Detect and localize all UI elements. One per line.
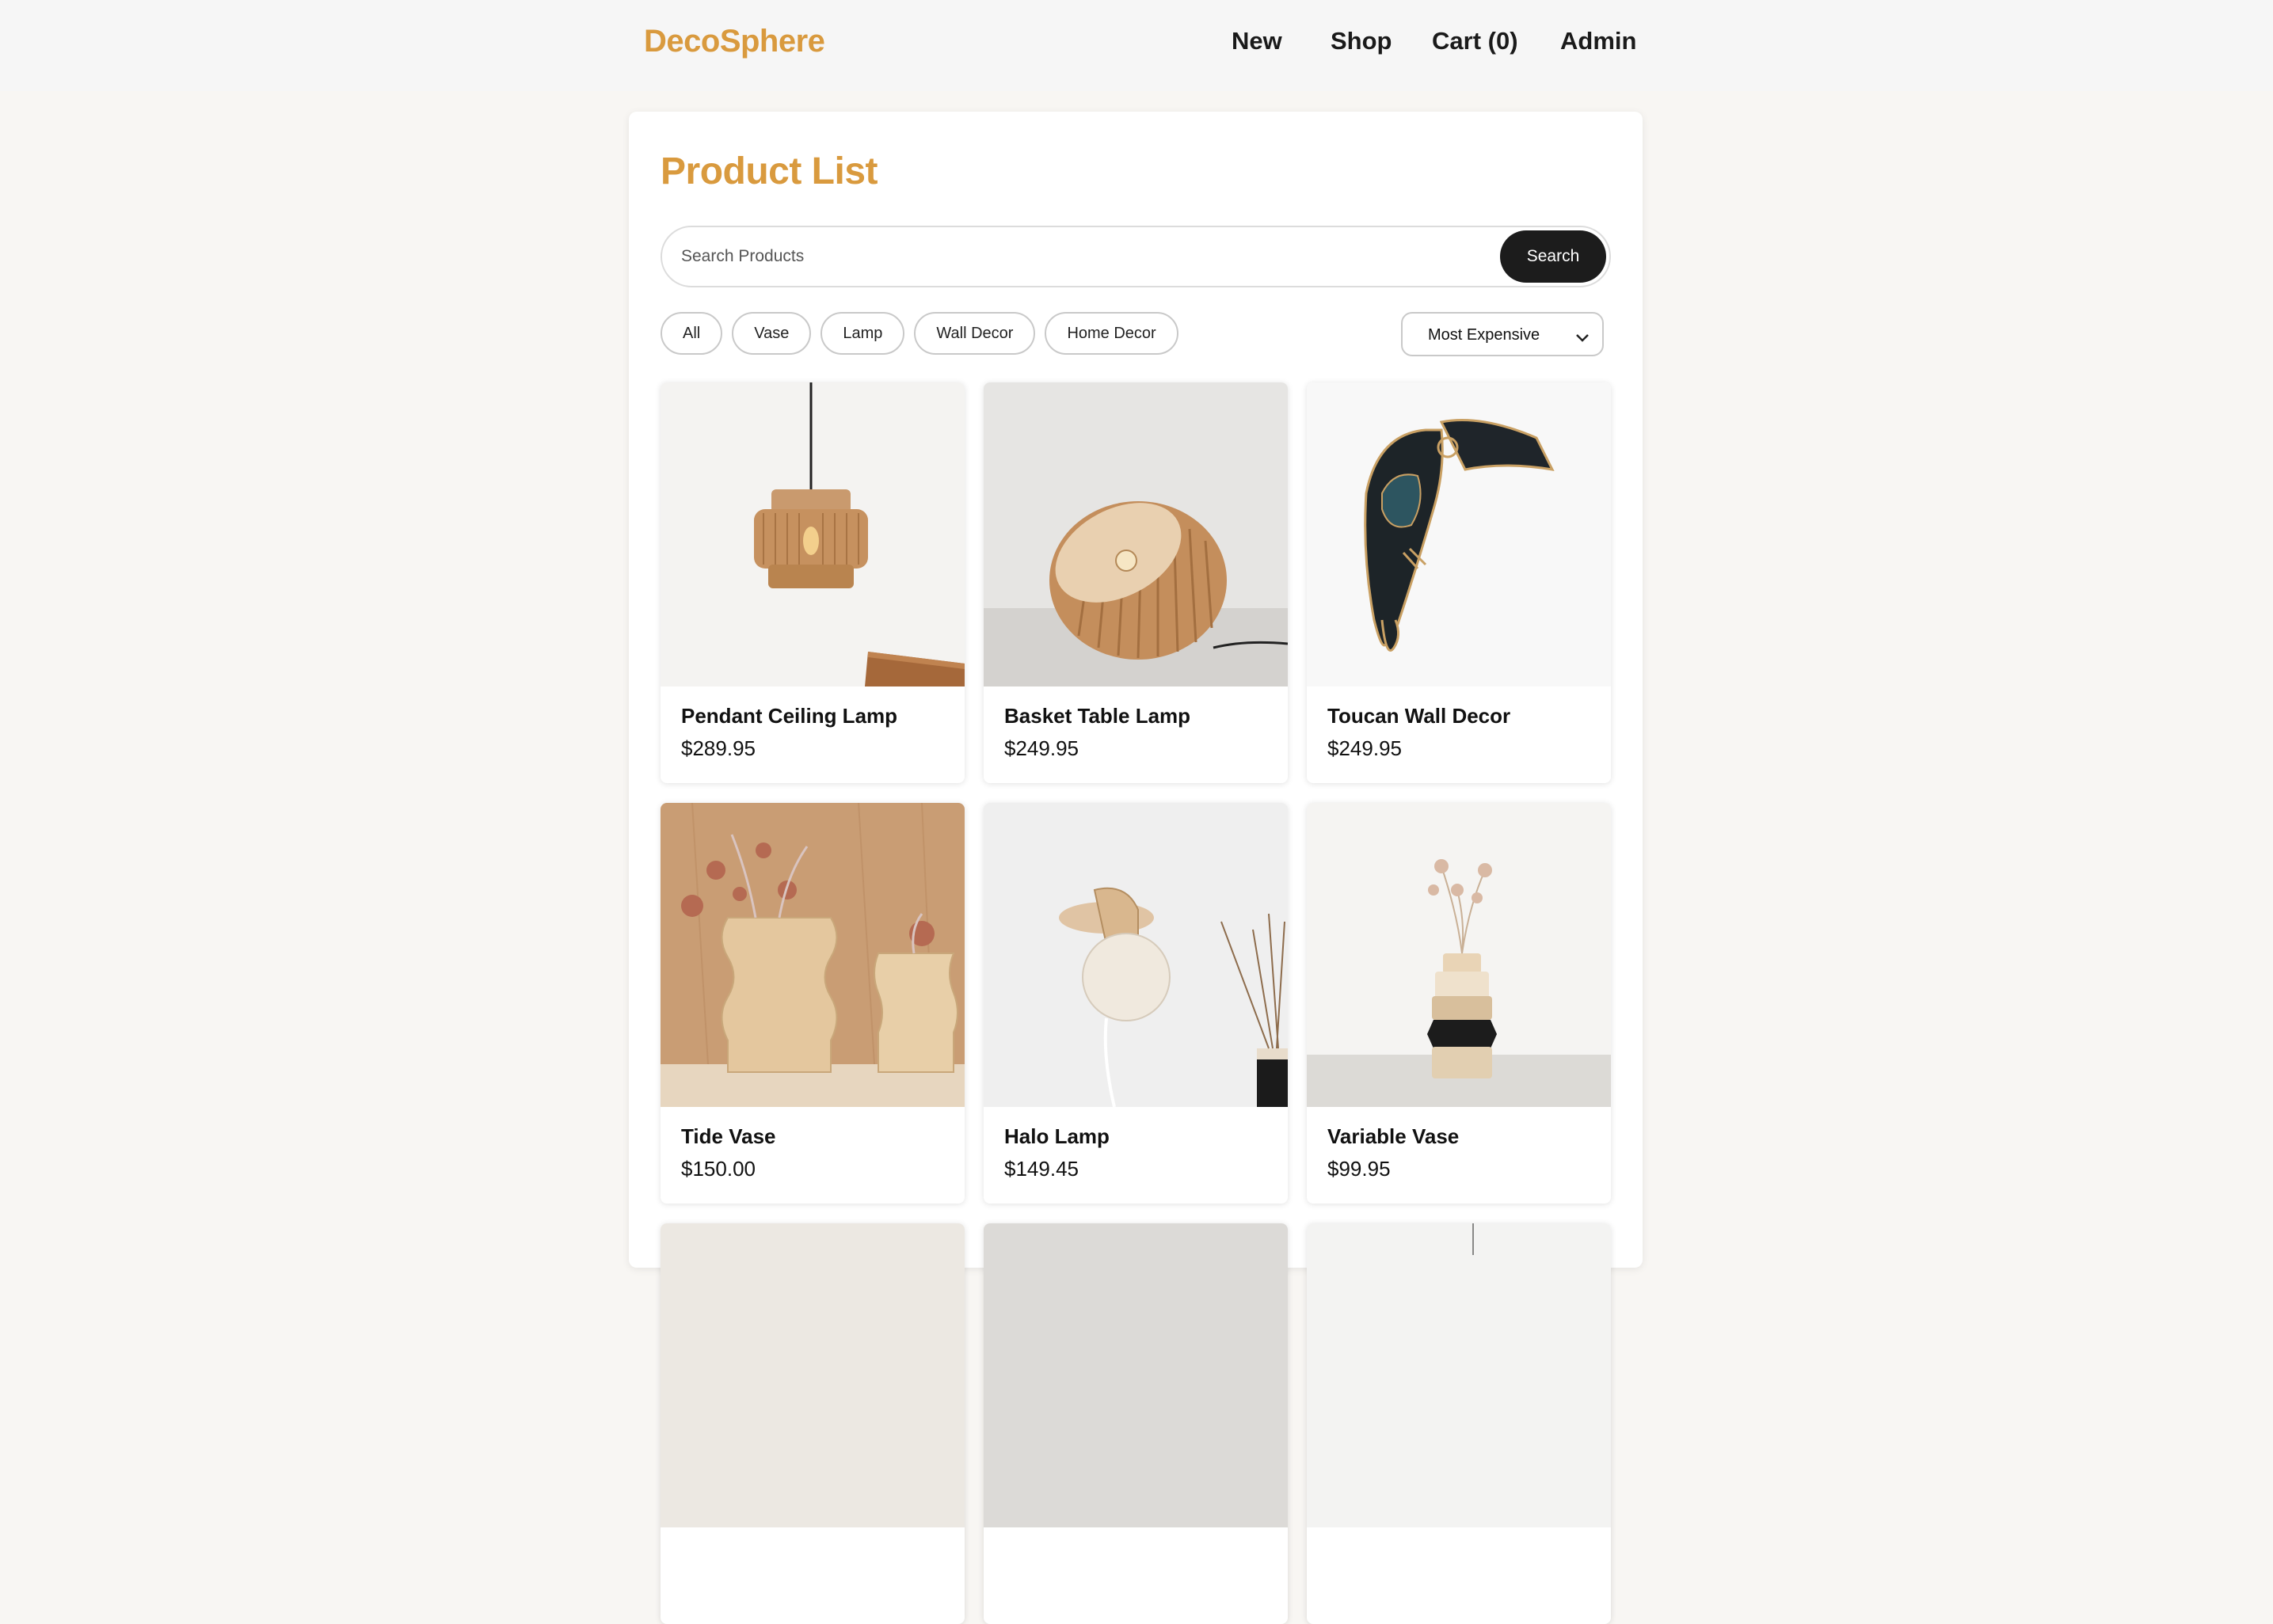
nav-cart[interactable]: Cart (0): [1432, 27, 1518, 55]
filter-home-decor[interactable]: Home Decor: [1045, 312, 1178, 355]
category-filters: All Vase Lamp Wall Decor Home Decor: [661, 312, 1178, 355]
product-image-halo-lamp: [984, 803, 1288, 1107]
product-image-basket-lamp: [984, 382, 1288, 686]
page-title: Product List: [661, 150, 878, 192]
sort-selected-label: Most Expensive: [1428, 326, 1540, 344]
product-card-tide-vase[interactable]: Tide Vase $150.00: [661, 803, 965, 1204]
product-name: Variable Vase: [1327, 1124, 1460, 1148]
product-image-partial: [661, 1223, 965, 1527]
nav-shop[interactable]: Shop: [1331, 27, 1392, 55]
product-image-variable-vase: [1307, 803, 1611, 1107]
sort-select[interactable]: Most Expensive: [1401, 312, 1604, 356]
product-card-halo-lamp[interactable]: Halo Lamp $149.45: [984, 803, 1288, 1204]
product-price: $99.95: [1327, 1157, 1391, 1181]
product-price: $249.95: [1327, 736, 1402, 760]
product-card-variable-vase[interactable]: Variable Vase $99.95: [1307, 803, 1611, 1204]
product-price: $289.95: [681, 736, 756, 760]
product-card-basket-table-lamp[interactable]: Basket Table Lamp $249.95: [984, 382, 1288, 783]
filter-vase[interactable]: Vase: [732, 312, 812, 355]
product-image-partial: [1307, 1223, 1611, 1527]
product-card-partial[interactable]: [1307, 1223, 1611, 1624]
filter-lamp[interactable]: Lamp: [820, 312, 905, 355]
product-image-partial: [984, 1223, 1288, 1527]
filter-wall-decor[interactable]: Wall Decor: [914, 312, 1036, 355]
product-price: $149.45: [1004, 1157, 1079, 1181]
product-image-toucan: [1307, 382, 1611, 686]
nav-admin[interactable]: Admin: [1560, 27, 1636, 55]
product-image-tide-vase: [661, 803, 965, 1107]
nav-new[interactable]: New: [1232, 27, 1282, 55]
product-card-toucan-wall-decor[interactable]: Toucan Wall Decor $249.95: [1307, 382, 1611, 783]
product-name: Tide Vase: [681, 1124, 776, 1148]
search-bar: Search: [661, 226, 1611, 287]
product-card-pendant-ceiling-lamp[interactable]: Pendant Ceiling Lamp $289.95: [661, 382, 965, 783]
product-name: Basket Table Lamp: [1004, 704, 1191, 728]
search-input[interactable]: [681, 240, 1473, 273]
filter-all[interactable]: All: [661, 312, 723, 355]
chevron-down-icon: [1575, 329, 1590, 348]
product-name: Toucan Wall Decor: [1327, 704, 1511, 728]
product-price: $249.95: [1004, 736, 1079, 760]
product-image-pendant-lamp: [661, 382, 965, 686]
brand-logo[interactable]: DecoSphere: [644, 24, 825, 59]
top-navigation-bar: DecoSphere New Shop Cart (0) Admin: [0, 0, 2273, 91]
product-card-partial[interactable]: [984, 1223, 1288, 1624]
product-card-partial[interactable]: [661, 1223, 965, 1624]
product-price: $150.00: [681, 1157, 756, 1181]
product-name: Pendant Ceiling Lamp: [681, 704, 898, 728]
product-list-panel: Product List Search All Vase Lamp Wall D…: [629, 112, 1643, 1624]
product-name: Halo Lamp: [1004, 1124, 1110, 1148]
search-button[interactable]: Search: [1500, 230, 1606, 283]
